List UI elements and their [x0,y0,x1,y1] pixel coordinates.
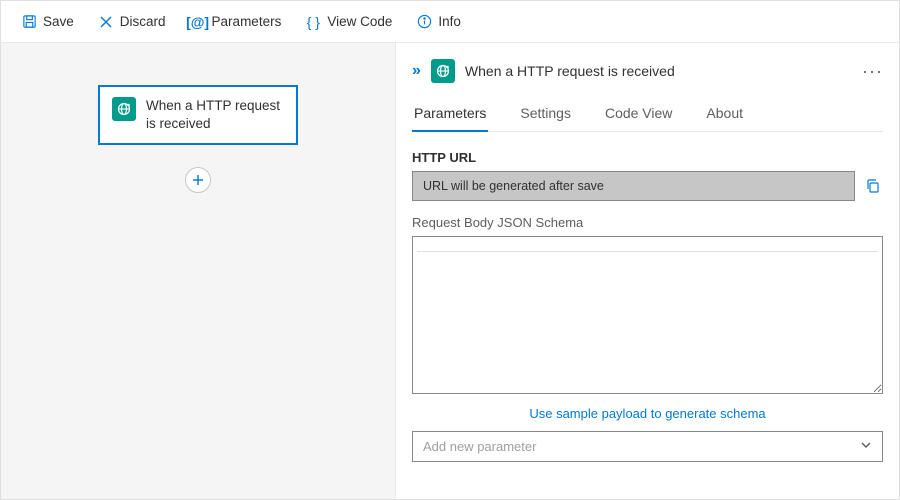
add-step-button[interactable] [185,167,211,193]
tab-settings[interactable]: Settings [518,97,573,131]
add-parameter-select[interactable]: Add new parameter [412,431,883,462]
braces-icon: { } [305,14,321,30]
parameters-label: Parameters [212,14,282,29]
info-icon [416,14,432,30]
collapse-panel-button[interactable]: » [412,62,421,80]
schema-divider [417,251,878,252]
view-code-label: View Code [327,14,392,29]
save-button[interactable]: Save [11,8,84,36]
close-icon [98,14,114,30]
chevron-down-icon [860,439,872,454]
designer-canvas: When a HTTP request is received [1,43,396,499]
save-label: Save [43,14,74,29]
http-request-icon [112,97,136,121]
tab-about[interactable]: About [704,97,745,131]
chevron-right-double-icon: » [412,62,421,79]
panel-tabs: Parameters Settings Code View About [412,97,883,132]
panel-title: When a HTTP request is received [465,63,852,79]
http-url-value: URL will be generated after save [412,171,855,201]
main-area: When a HTTP request is received » When a… [1,43,899,499]
ellipsis-icon: ··· [862,61,883,81]
copy-icon [865,178,881,194]
info-label: Info [438,14,461,29]
save-icon [21,14,37,30]
add-parameter-placeholder: Add new parameter [423,439,536,454]
top-toolbar: Save Discard [@] Parameters { } View Cod… [1,1,899,43]
copy-url-button[interactable] [863,176,883,196]
discard-button[interactable]: Discard [88,8,176,36]
parameters-button[interactable]: [@] Parameters [180,8,292,36]
tab-code-view[interactable]: Code View [603,97,674,131]
more-options-button[interactable]: ··· [862,61,883,82]
schema-label: Request Body JSON Schema [412,215,883,230]
details-panel: » When a HTTP request is received ··· Pa… [396,43,899,499]
at-icon: [@] [190,14,206,30]
panel-header: » When a HTTP request is received ··· [412,55,883,87]
schema-input-wrapper [412,236,883,394]
trigger-node-label: When a HTTP request is received [146,97,284,133]
http-url-row: URL will be generated after save [412,171,883,201]
use-sample-payload-link[interactable]: Use sample payload to generate schema [412,406,883,421]
http-url-label: HTTP URL [412,150,883,165]
schema-input[interactable] [413,237,882,393]
info-button[interactable]: Info [406,8,471,36]
view-code-button[interactable]: { } View Code [295,8,402,36]
tab-parameters[interactable]: Parameters [412,97,488,131]
http-request-icon [431,59,455,83]
trigger-node[interactable]: When a HTTP request is received [98,85,298,145]
discard-label: Discard [120,14,166,29]
